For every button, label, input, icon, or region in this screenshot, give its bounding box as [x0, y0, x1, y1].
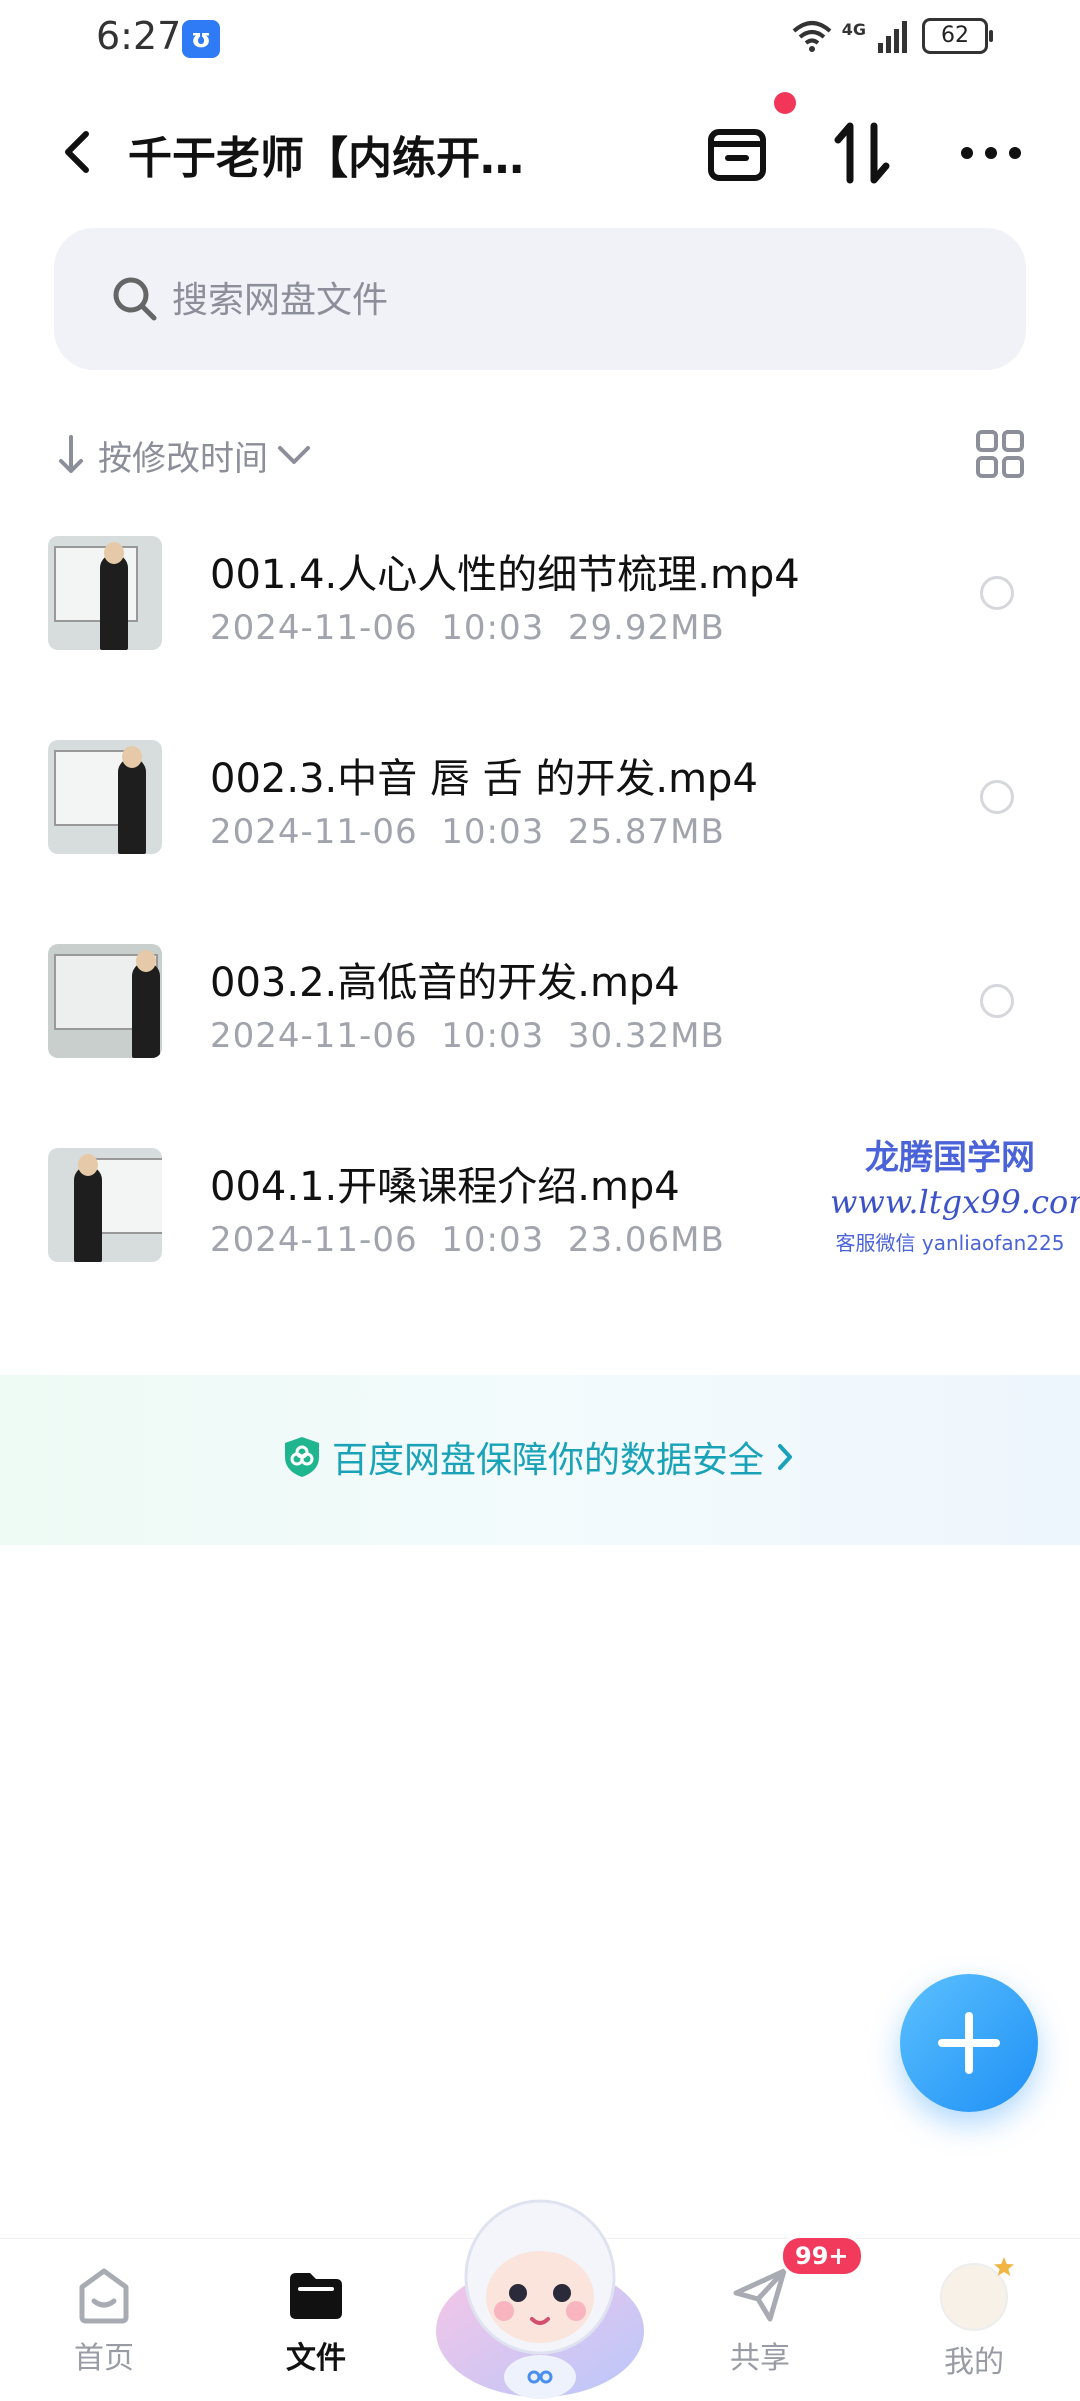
- transfer-arrows-icon[interactable]: [828, 118, 898, 188]
- chevron-down-icon: [278, 446, 310, 464]
- file-name: 001.4.人心人性的细节梳理.mp4: [210, 552, 800, 598]
- file-size: 30.32MB: [567, 1016, 725, 1056]
- avatar: [940, 2257, 1014, 2331]
- file-date: 2024-11-06: [210, 812, 418, 852]
- sort-down-arrow-icon: [59, 435, 83, 473]
- search-bar[interactable]: [54, 228, 1026, 372]
- file-time: 10:03: [441, 812, 545, 852]
- sort-label: 按修改时间: [98, 438, 268, 479]
- status-indicators: 4G 62: [792, 18, 993, 54]
- status-time: 6:27: [96, 14, 182, 58]
- nav-item-files[interactable]: 文件: [246, 2263, 386, 2377]
- file-date: 2024-11-06: [210, 1220, 418, 1260]
- file-size: 25.87MB: [567, 812, 725, 852]
- paper-plane-icon: [733, 2268, 787, 2322]
- bottom-nav: 首页 文件 共享 99+ 我的: [0, 2199, 1080, 2401]
- grid-view-icon[interactable]: [974, 428, 1026, 480]
- file-row[interactable]: 003.2.高低音的开发.mp4 2024-11-06 10:03 30.32M…: [0, 944, 1080, 1124]
- notification-dot: [774, 92, 796, 114]
- file-date: 2024-11-06: [210, 1016, 418, 1056]
- watermark-contact: 客服微信 yanliaofan225: [835, 1231, 1065, 1255]
- more-options-icon[interactable]: [956, 118, 1026, 188]
- nav-label-files: 文件: [286, 2341, 346, 2376]
- archive-box-icon[interactable]: [702, 118, 772, 188]
- video-thumbnail: [48, 944, 162, 1058]
- nav-label-mine: 我的: [944, 2345, 1004, 2380]
- chevron-right-icon: [778, 1444, 793, 1470]
- header-bar: 千于老师【内练开…: [0, 92, 1080, 210]
- security-banner-text: 百度网盘保障你的数据安全: [332, 1440, 765, 1481]
- folder-icon: [290, 2273, 342, 2319]
- battery-indicator: 62: [922, 18, 993, 54]
- nav-label-share: 共享: [730, 2341, 790, 2376]
- share-count-badge: 99+: [780, 2235, 864, 2277]
- plus-icon: [938, 2012, 1000, 2074]
- sort-selector[interactable]: 按修改时间: [54, 425, 314, 485]
- security-banner-content: 百度网盘保障你的数据安全: [282, 1431, 796, 1483]
- home-icon: [79, 2268, 129, 2324]
- add-button[interactable]: [900, 1974, 1038, 2112]
- file-name: 003.2.高低音的开发.mp4: [210, 960, 680, 1006]
- watermark-title: 龙腾国学网: [865, 1138, 1035, 1178]
- file-time: 10:03: [441, 1016, 545, 1056]
- search-input[interactable]: [170, 228, 954, 372]
- back-arrow-icon[interactable]: [48, 122, 108, 182]
- battery-level: 62: [941, 23, 969, 48]
- wifi-icon: [792, 21, 832, 52]
- file-time: 10:03: [441, 608, 545, 648]
- select-radio[interactable]: [980, 576, 1014, 610]
- video-thumbnail: [48, 740, 162, 854]
- status-bar: 6:27 ʊ 4G 62: [0, 0, 1080, 80]
- select-radio[interactable]: [980, 984, 1014, 1018]
- file-time: 10:03: [441, 1220, 545, 1260]
- ai-assistant-mascot-icon[interactable]: [432, 2181, 648, 2401]
- file-size: 29.92MB: [567, 608, 725, 648]
- file-name: 004.1.开嗓课程介绍.mp4: [210, 1164, 680, 1210]
- network-type: 4G: [841, 19, 866, 39]
- file-meta: 2024-11-06 10:03 23.06MB: [210, 1220, 725, 1260]
- search-icon: [113, 277, 157, 321]
- file-name: 002.3.中音 唇 舌 的开发.mp4: [210, 756, 758, 802]
- file-date: 2024-11-06: [210, 608, 418, 648]
- file-row[interactable]: 001.4.人心人性的细节梳理.mp4 2024-11-06 10:03 29.…: [0, 536, 1080, 716]
- video-thumbnail: [48, 1148, 162, 1262]
- security-banner[interactable]: 百度网盘保障你的数据安全: [0, 1375, 1080, 1545]
- nav-item-home[interactable]: 首页: [34, 2263, 174, 2377]
- nav-item-share[interactable]: 共享: [690, 2263, 830, 2377]
- select-radio[interactable]: [980, 780, 1014, 814]
- watermark: 龙腾国学网 www.ltgx99.com 客服微信 yanliaofan225: [830, 1130, 1080, 1256]
- shield-icon: [285, 1437, 319, 1477]
- file-size: 23.06MB: [567, 1220, 725, 1260]
- file-meta: 2024-11-06 10:03 30.32MB: [210, 1016, 725, 1056]
- file-row[interactable]: 002.3.中音 唇 舌 的开发.mp4 2024-11-06 10:03 25…: [0, 740, 1080, 920]
- page-title: 千于老师【内练开…: [128, 133, 524, 184]
- nav-item-mine[interactable]: 我的: [904, 2257, 1044, 2381]
- video-thumbnail: [48, 536, 162, 650]
- file-meta: 2024-11-06 10:03 29.92MB: [210, 608, 725, 648]
- app-notification-icon: ʊ: [182, 20, 220, 58]
- signal-icon: [878, 21, 907, 53]
- watermark-url: www.ltgx99.com: [830, 1183, 1080, 1221]
- star-icon: [994, 2257, 1014, 2276]
- file-meta: 2024-11-06 10:03 25.87MB: [210, 812, 725, 852]
- nav-label-home: 首页: [74, 2341, 134, 2376]
